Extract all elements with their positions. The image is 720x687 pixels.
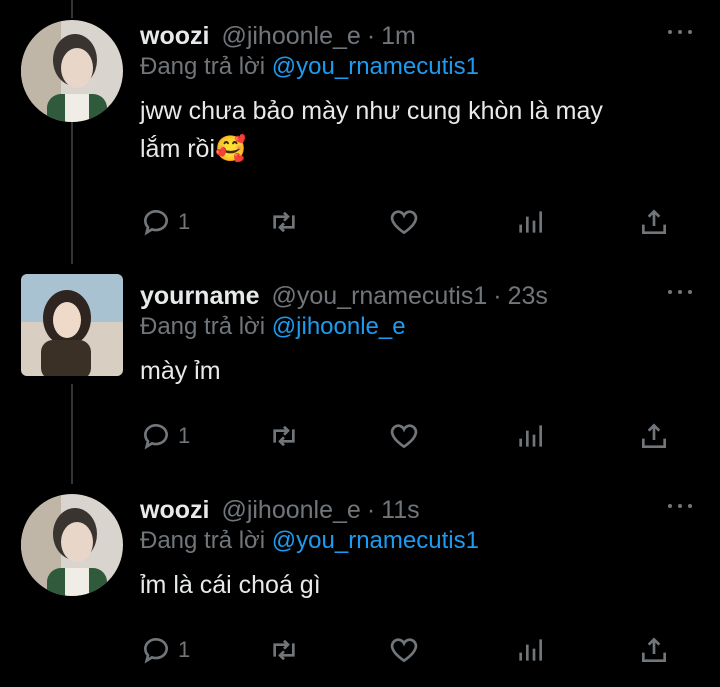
user-handle[interactable]: @jihoonle_e bbox=[221, 494, 360, 526]
replying-to: Đang trả lời @jihoonle_e bbox=[140, 312, 700, 342]
display-name[interactable]: yourname bbox=[140, 280, 259, 312]
more-icon[interactable] bbox=[668, 282, 692, 302]
tweet-text-line: mày ỉm bbox=[140, 357, 221, 385]
reply-button[interactable]: 1 bbox=[140, 634, 190, 666]
separator: · bbox=[366, 496, 376, 524]
tweet-text-line: ỉm là cái choá gì bbox=[140, 571, 321, 599]
share-button[interactable] bbox=[638, 634, 670, 666]
retweet-button[interactable] bbox=[268, 420, 300, 452]
reply-count: 1 bbox=[178, 423, 191, 448]
mention-link[interactable]: @you_rnamecutis1 bbox=[272, 53, 479, 80]
more-icon[interactable] bbox=[668, 496, 692, 516]
display-name[interactable]: woozi bbox=[140, 494, 209, 526]
replying-to: Đang trả lời @you_rnamecutis1 bbox=[140, 52, 700, 82]
tweet-text-line: jww chưa bảo mày như cung khòn là may bbox=[140, 97, 603, 125]
avatar[interactable] bbox=[21, 274, 123, 376]
views-button[interactable] bbox=[514, 206, 546, 238]
replying-to-label: Đang trả lời bbox=[140, 313, 266, 340]
tweet-text: ỉm là cái choá gì bbox=[140, 566, 700, 604]
tweet[interactable]: yourname @you_rnamecutis1 · 23s Đang trả… bbox=[0, 274, 720, 480]
share-icon bbox=[642, 209, 666, 234]
retweet-button[interactable] bbox=[268, 634, 300, 666]
retweet-icon bbox=[273, 639, 295, 661]
retweet-icon bbox=[273, 211, 295, 233]
reply-count: 1 bbox=[178, 209, 191, 234]
share-icon bbox=[642, 637, 666, 662]
reply-icon bbox=[144, 638, 168, 664]
tweet[interactable]: woozi @jihoonle_e · 1m Đang trả lời @you… bbox=[0, 20, 720, 250]
like-icon bbox=[390, 210, 418, 235]
like-button[interactable] bbox=[388, 206, 420, 238]
share-icon bbox=[642, 423, 666, 448]
views-icon bbox=[519, 211, 542, 233]
more-icon[interactable] bbox=[668, 22, 692, 42]
user-handle[interactable]: @jihoonle_e bbox=[221, 20, 360, 52]
tweet-text: jww chưa bảo mày như cung khòn là may lắ… bbox=[140, 92, 700, 168]
reply-icon bbox=[144, 210, 168, 236]
thread-line-top bbox=[71, 0, 73, 18]
retweet-icon bbox=[273, 425, 295, 447]
tweet-text: mày ỉm bbox=[140, 352, 700, 390]
reply-count: 1 bbox=[178, 637, 191, 662]
tweet[interactable]: woozi @jihoonle_e · 11s Đang trả lời @yo… bbox=[0, 494, 720, 684]
user-handle[interactable]: @you_rnamecutis1 bbox=[271, 280, 487, 312]
separator: · bbox=[493, 282, 502, 310]
replying-to: Đang trả lời @you_rnamecutis1 bbox=[140, 526, 700, 556]
action-bar: 1 bbox=[140, 634, 700, 674]
timestamp[interactable]: 11s bbox=[381, 494, 419, 526]
like-icon bbox=[390, 638, 418, 663]
replying-to-label: Đang trả lời bbox=[140, 527, 266, 554]
action-bar: 1 bbox=[140, 420, 700, 460]
views-button[interactable] bbox=[514, 634, 546, 666]
reply-button[interactable]: 1 bbox=[140, 420, 190, 452]
action-bar: 1 bbox=[140, 206, 700, 246]
display-name[interactable]: woozi bbox=[140, 20, 209, 52]
avatar[interactable] bbox=[21, 494, 123, 596]
reply-button[interactable]: 1 bbox=[140, 206, 190, 238]
like-button[interactable] bbox=[388, 420, 420, 452]
timestamp[interactable]: 23s bbox=[508, 280, 548, 312]
like-button[interactable] bbox=[388, 634, 420, 666]
replying-to-label: Đang trả lời bbox=[140, 53, 266, 80]
mention-link[interactable]: @you_rnamecutis1 bbox=[272, 527, 479, 554]
like-icon bbox=[390, 424, 418, 449]
timestamp[interactable]: 1m bbox=[381, 20, 416, 52]
share-button[interactable] bbox=[638, 420, 670, 452]
separator: · bbox=[366, 22, 376, 50]
views-icon bbox=[519, 639, 542, 661]
tweet-text-line: lắm rồi🥰 bbox=[140, 135, 247, 163]
views-button[interactable] bbox=[514, 420, 546, 452]
retweet-button[interactable] bbox=[268, 206, 300, 238]
share-button[interactable] bbox=[638, 206, 670, 238]
mention-link[interactable]: @jihoonle_e bbox=[272, 313, 406, 340]
reply-icon bbox=[144, 424, 168, 450]
views-icon bbox=[519, 425, 542, 447]
avatar[interactable] bbox=[21, 20, 123, 122]
